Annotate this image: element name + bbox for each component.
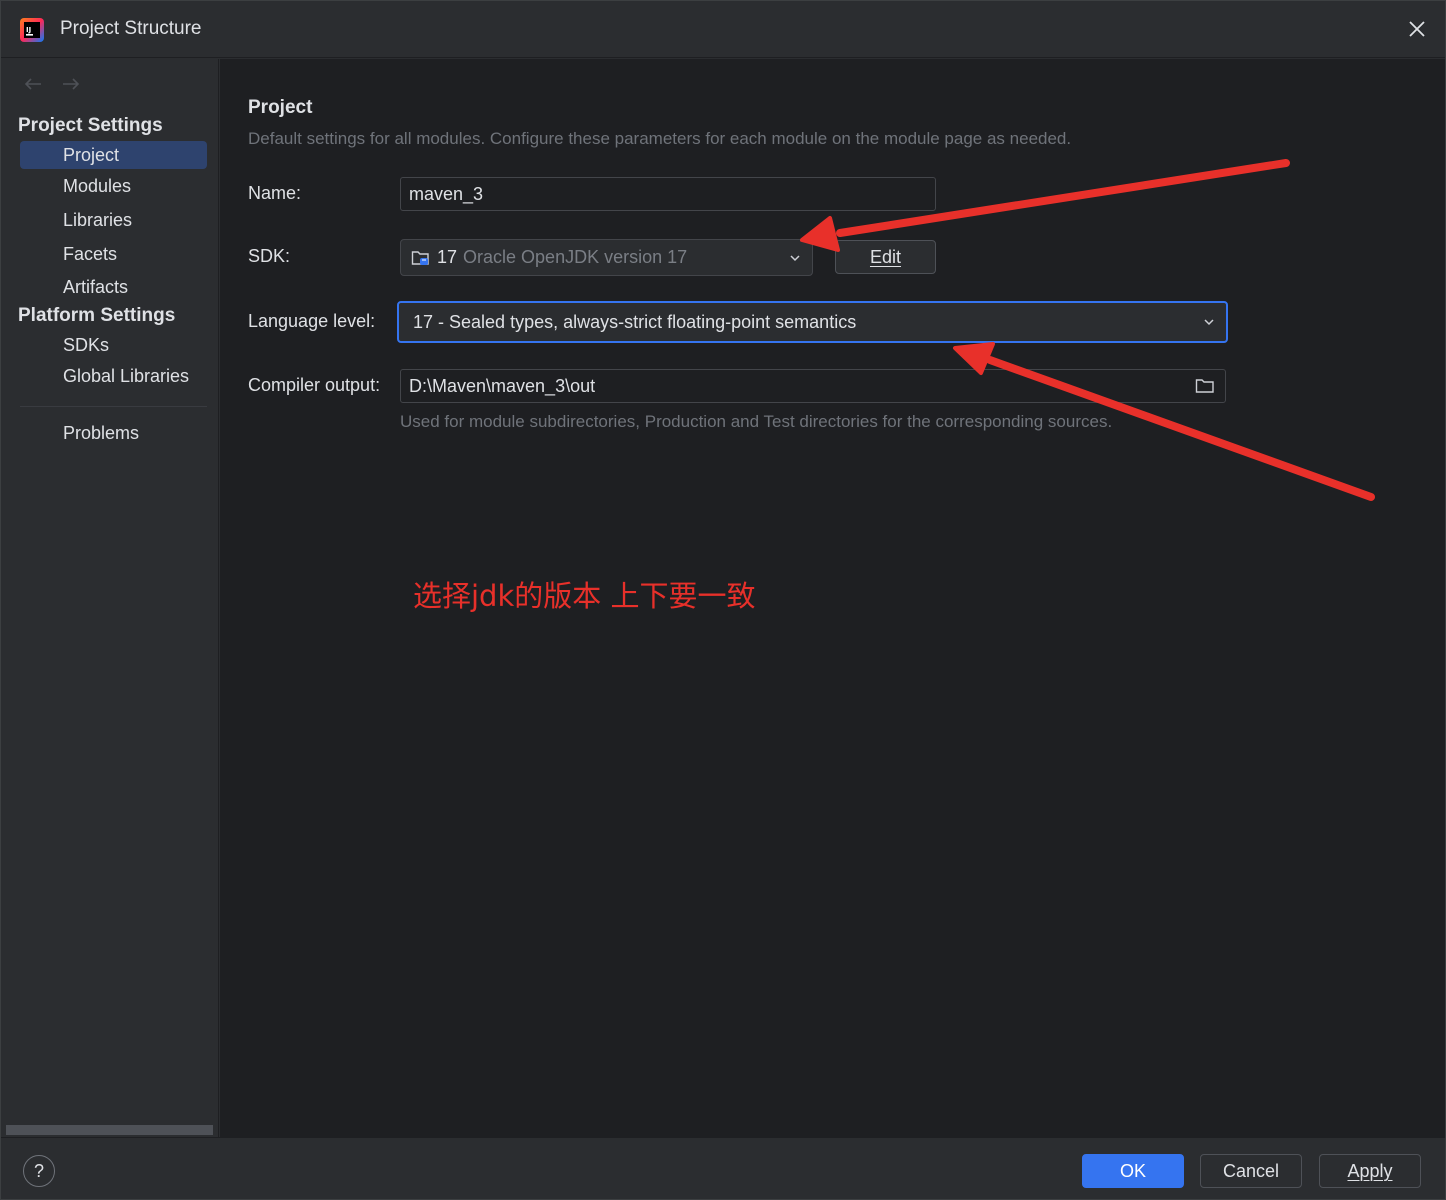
language-level-value: 17 - Sealed types, always-strict floatin… (413, 311, 857, 332)
chevron-down-icon (790, 254, 800, 261)
compiler-output-hint: Used for module subdirectories, Producti… (400, 412, 1113, 431)
group-project-settings: Project Settings (18, 115, 163, 136)
project-name-value: maven_3 (409, 183, 484, 204)
apply-button[interactable]: Apply (1319, 1154, 1421, 1188)
compiler-output-field[interactable]: D:\Maven\maven_3\out (400, 369, 1226, 403)
forward-arrow-icon[interactable] (60, 73, 82, 95)
project-settings-panel: Project Default settings for all modules… (220, 59, 1445, 1137)
jdk-folder-icon (411, 249, 431, 267)
sidebar-divider (20, 406, 207, 407)
sdk-dropdown[interactable]: 17 Oracle OpenJDK version 17 (400, 239, 813, 276)
project-structure-dialog: IJ Project Structure Project Settings Pr… (0, 0, 1446, 1200)
compiler-output-label: Compiler output: (248, 375, 381, 395)
language-level-dropdown[interactable]: 17 - Sealed types, always-strict floatin… (397, 301, 1228, 343)
panel-title: Project (248, 97, 313, 118)
sidebar-item-project[interactable]: Project (20, 141, 207, 169)
edit-button-label: Edit (869, 246, 902, 267)
svg-text:IJ: IJ (26, 26, 31, 34)
group-platform-settings: Platform Settings (18, 305, 176, 326)
title-bar: IJ Project Structure (1, 1, 1445, 58)
cancel-button[interactable]: Cancel (1200, 1154, 1302, 1188)
close-icon[interactable] (1403, 15, 1431, 43)
panel-description: Default settings for all modules. Config… (248, 129, 1072, 148)
sdk-version: 17 (437, 247, 458, 267)
folder-browse-icon[interactable] (1195, 377, 1215, 400)
project-name-field[interactable]: maven_3 (400, 177, 936, 211)
back-arrow-icon[interactable] (22, 73, 44, 95)
sidebar-item-sdks[interactable]: SDKs (20, 331, 207, 359)
sidebar-horizontal-scrollbar[interactable] (6, 1125, 213, 1135)
name-label: Name: (248, 183, 302, 203)
annotation-text: 选择jdk的版本 上下要一致 (413, 579, 756, 613)
sidebar-item-facets[interactable]: Facets (20, 240, 207, 268)
window-title: Project Structure (60, 18, 202, 39)
dialog-footer: ? OK Cancel Apply (1, 1137, 1445, 1199)
sidebar-item-artifacts[interactable]: Artifacts (20, 273, 207, 301)
sidebar-item-modules[interactable]: Modules (20, 172, 207, 200)
apply-button-label: Apply (1347, 1160, 1393, 1181)
compiler-output-value: D:\Maven\maven_3\out (409, 375, 596, 396)
ok-button[interactable]: OK (1082, 1154, 1184, 1188)
language-level-label: Language level: (248, 311, 376, 331)
sdk-name: Oracle OpenJDK version 17 (463, 247, 688, 267)
sidebar-item-global-libraries[interactable]: Global Libraries (20, 362, 207, 390)
intellij-idea-icon: IJ (19, 17, 45, 43)
chevron-down-icon (1204, 319, 1214, 326)
navigation-arrows (22, 73, 82, 95)
sidebar-item-problems[interactable]: Problems (20, 419, 207, 447)
help-icon[interactable]: ? (23, 1155, 55, 1187)
sidebar: Project Settings Project Modules Librari… (4, 59, 219, 1137)
sidebar-item-libraries[interactable]: Libraries (20, 206, 207, 234)
edit-sdk-button[interactable]: Edit (835, 240, 936, 274)
sdk-label: SDK: (248, 246, 291, 266)
